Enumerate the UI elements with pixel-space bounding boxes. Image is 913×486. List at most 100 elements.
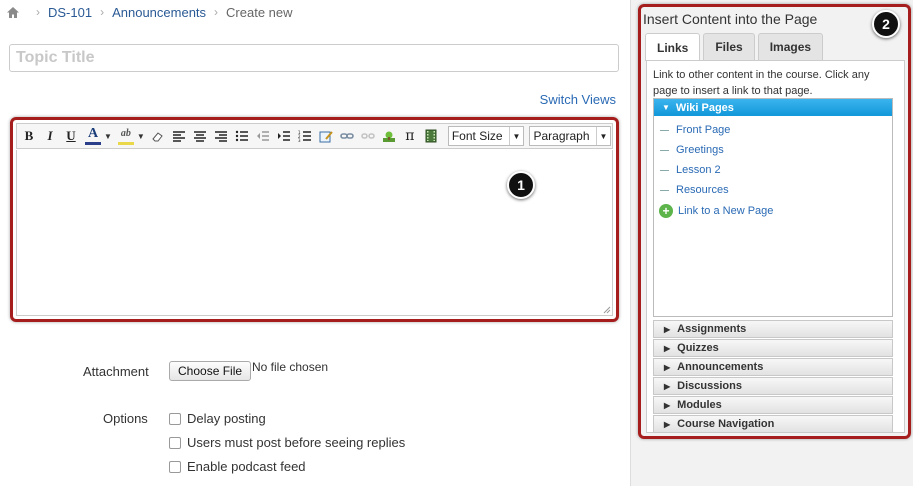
callout-badge-2: 2 bbox=[872, 10, 900, 38]
breadcrumb: › DS-101 › Announcements › Create new bbox=[6, 4, 293, 20]
text-color-dropdown-icon[interactable]: ▼ bbox=[104, 132, 112, 141]
italic-button[interactable]: I bbox=[40, 126, 60, 146]
section-quizzes[interactable]: ▶ Quizzes bbox=[653, 339, 893, 357]
resize-handle-icon[interactable] bbox=[603, 306, 611, 314]
link-icon bbox=[340, 133, 354, 139]
tab-files[interactable]: Files bbox=[703, 33, 755, 60]
wiki-page-link[interactable]: Greetings bbox=[654, 140, 892, 160]
options-label: Options bbox=[103, 411, 148, 426]
align-center-button[interactable] bbox=[190, 126, 210, 146]
eraser-icon bbox=[152, 132, 163, 142]
caret-right-icon: ▶ bbox=[664, 324, 671, 334]
section-course-navigation[interactable]: ▶ Course Navigation bbox=[653, 415, 893, 433]
edit-table-button[interactable] bbox=[316, 126, 336, 146]
file-status-text: No file chosen bbox=[252, 360, 329, 374]
film-icon bbox=[425, 129, 437, 143]
font-size-label: Font Size bbox=[451, 129, 503, 143]
tab-images[interactable]: Images bbox=[757, 33, 824, 60]
highlight-dropdown-icon[interactable]: ▼ bbox=[137, 132, 145, 141]
must-post-checkbox[interactable] bbox=[169, 436, 181, 449]
text-color-button[interactable]: A bbox=[82, 126, 104, 146]
section-announcements[interactable]: ▶ Announcements bbox=[653, 358, 893, 376]
numbered-list-button[interactable]: 123 bbox=[295, 126, 315, 146]
plus-icon: + bbox=[659, 204, 673, 218]
callout-badge-1: 1 bbox=[507, 171, 535, 199]
chevron-right-icon: › bbox=[36, 5, 40, 19]
breadcrumb-announcements[interactable]: Announcements bbox=[112, 5, 206, 20]
wiki-page-link[interactable]: Resources bbox=[654, 180, 892, 200]
wiki-pages-list: ▼ Wiki Pages Front Page Greetings Lesson… bbox=[653, 98, 893, 317]
wiki-page-link[interactable]: Front Page bbox=[654, 120, 892, 140]
content-tabs: Links Files Images bbox=[645, 33, 826, 61]
edit-table-icon bbox=[319, 130, 333, 142]
must-post-option[interactable]: Users must post before seeing replies bbox=[169, 435, 405, 450]
bullet-list-button[interactable] bbox=[232, 126, 252, 146]
choose-file-button[interactable]: Choose File bbox=[169, 361, 252, 381]
attachment-label: Attachment bbox=[83, 364, 149, 379]
wiki-pages-header[interactable]: ▼ Wiki Pages bbox=[654, 99, 892, 116]
caret-right-icon: ▶ bbox=[664, 343, 671, 353]
section-discussions[interactable]: ▶ Discussions bbox=[653, 377, 893, 395]
content-sections: ▶ Assignments ▶ Quizzes ▶ Announcements ▶ Di… bbox=[653, 320, 893, 434]
switch-views-link[interactable]: Switch Views bbox=[540, 92, 616, 107]
caret-right-icon: ▶ bbox=[664, 381, 671, 391]
rich-text-editor: B I U A ▼ ab ▼ 1 2 3 π Font Size ▼ Parag… bbox=[10, 117, 619, 322]
links-tab-panel: Link to other content in the course. Cli… bbox=[646, 60, 905, 433]
caret-right-icon: ▶ bbox=[664, 362, 671, 372]
new-page-link[interactable]: + Link to a New Page bbox=[654, 200, 892, 222]
must-post-label: Users must post before seeing replies bbox=[187, 435, 406, 450]
topic-title-input[interactable] bbox=[9, 44, 619, 72]
insert-image-button[interactable] bbox=[379, 126, 399, 146]
caret-down-icon: ▼ bbox=[662, 103, 670, 112]
unlink-button[interactable] bbox=[358, 126, 378, 146]
wiki-page-link[interactable]: Lesson 2 bbox=[654, 160, 892, 180]
caret-right-icon: ▶ bbox=[664, 400, 671, 410]
insert-link-button[interactable] bbox=[337, 126, 357, 146]
home-icon[interactable] bbox=[6, 6, 20, 19]
podcast-feed-label: Enable podcast feed bbox=[187, 459, 306, 474]
indent-icon bbox=[277, 131, 290, 141]
outdent-icon bbox=[256, 131, 269, 141]
breadcrumb-current: Create new bbox=[226, 4, 293, 20]
editor-toolbar: B I U A ▼ ab ▼ 1 2 3 π Font Size ▼ Parag… bbox=[16, 123, 613, 149]
align-right-button[interactable] bbox=[211, 126, 231, 146]
chevron-down-icon: ▼ bbox=[595, 127, 607, 145]
podcast-feed-checkbox[interactable] bbox=[169, 460, 181, 473]
chevron-right-icon: › bbox=[214, 5, 219, 19]
panel-title: Insert Content into the Page bbox=[643, 11, 818, 27]
align-left-icon bbox=[172, 131, 185, 142]
font-size-select[interactable]: Font Size ▼ bbox=[447, 126, 525, 146]
underline-button[interactable]: U bbox=[61, 126, 81, 146]
bold-button[interactable]: B bbox=[19, 126, 39, 146]
section-assignments[interactable]: ▶ Assignments bbox=[653, 320, 893, 338]
align-right-icon bbox=[214, 131, 227, 142]
indent-button[interactable] bbox=[274, 126, 294, 146]
delay-posting-checkbox[interactable] bbox=[169, 412, 181, 425]
align-center-icon bbox=[193, 131, 206, 142]
paragraph-label: Paragraph bbox=[533, 129, 590, 143]
insert-media-button[interactable] bbox=[421, 126, 441, 146]
highlight-icon: ab bbox=[120, 128, 131, 139]
math-equation-button[interactable]: π bbox=[400, 126, 420, 146]
podcast-feed-option[interactable]: Enable podcast feed bbox=[169, 459, 306, 474]
tab-links[interactable]: Links bbox=[645, 33, 701, 61]
chevron-down-icon: ▼ bbox=[508, 127, 520, 145]
svg-text:3: 3 bbox=[298, 138, 301, 142]
numbered-list-icon: 123 bbox=[298, 130, 311, 142]
bullet-list-icon bbox=[235, 130, 248, 142]
image-icon bbox=[382, 131, 395, 142]
links-help-text: Link to other content in the course. Cli… bbox=[653, 69, 870, 97]
section-modules[interactable]: ▶ Modules bbox=[653, 396, 893, 414]
unlink-icon bbox=[361, 133, 375, 139]
outdent-button[interactable] bbox=[253, 126, 273, 146]
chevron-right-icon: › bbox=[100, 5, 105, 19]
highlight-button[interactable]: ab bbox=[115, 126, 137, 146]
align-left-button[interactable] bbox=[169, 126, 189, 146]
eraser-button[interactable] bbox=[148, 126, 168, 146]
caret-right-icon: ▶ bbox=[664, 419, 671, 429]
delay-posting-label: Delay posting bbox=[187, 411, 266, 426]
text-color-icon: A bbox=[87, 126, 99, 141]
paragraph-format-select[interactable]: Paragraph ▼ bbox=[529, 126, 612, 146]
breadcrumb-course[interactable]: DS-101 bbox=[48, 5, 92, 20]
delay-posting-option[interactable]: Delay posting bbox=[169, 411, 266, 426]
